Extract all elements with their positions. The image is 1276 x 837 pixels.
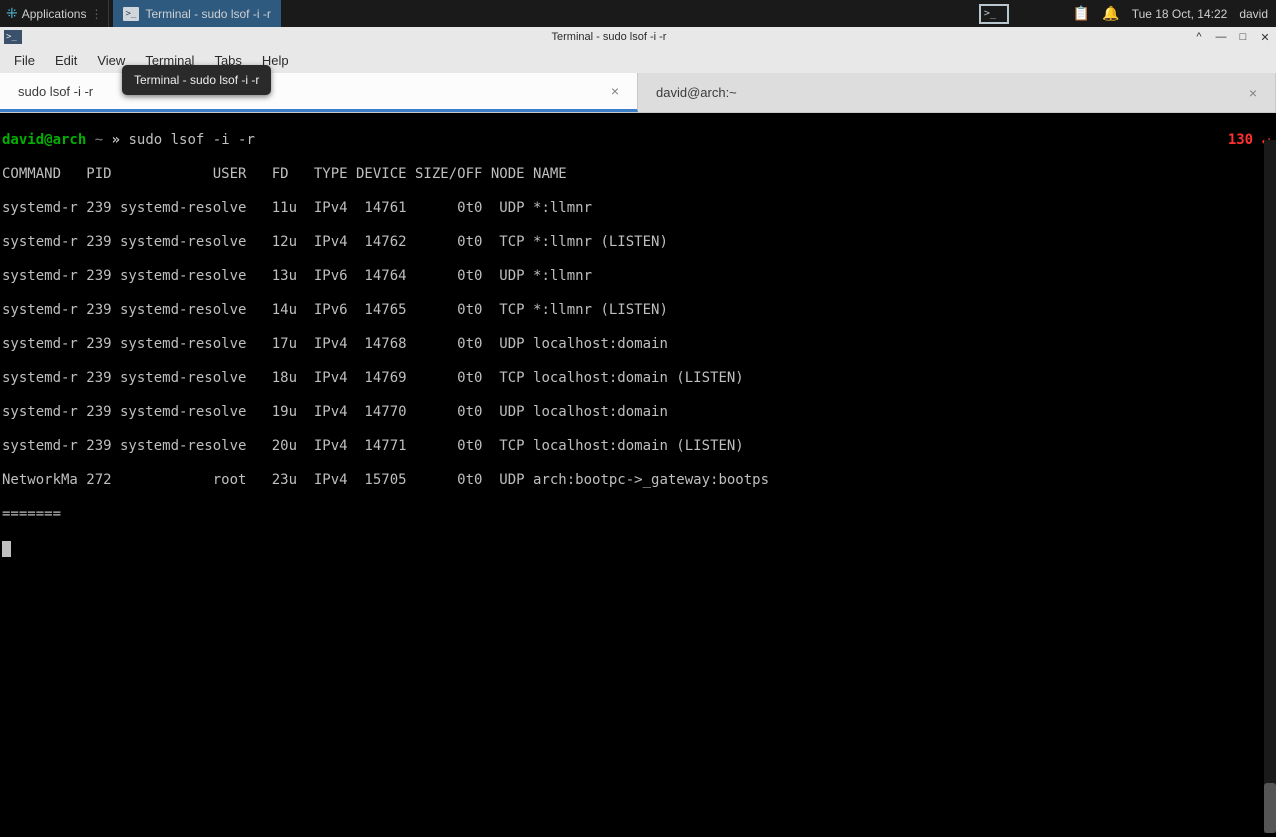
window-minimize-button[interactable]: — xyxy=(1214,31,1228,44)
taskbar-tooltip: Terminal - sudo lsof -i -r xyxy=(122,65,271,95)
output-row: systemd-r 239 systemd-resolve 18u IPv4 1… xyxy=(2,370,1274,387)
tab-close-button[interactable]: × xyxy=(611,83,619,99)
menu-separator-icon: ⋮ xyxy=(90,7,102,21)
taskbar-terminal-window[interactable]: >_ Terminal - sudo lsof -i -r xyxy=(113,0,280,27)
output-row: systemd-r 239 systemd-resolve 11u IPv4 1… xyxy=(2,200,1274,217)
system-tray: >_ 📋 🔔 Tue 18 Oct, 14:22 david xyxy=(971,0,1276,27)
prompt-user-host: david@arch xyxy=(2,132,86,148)
output-row: systemd-r 239 systemd-resolve 13u IPv6 1… xyxy=(2,268,1274,285)
window-maximize-button[interactable]: □ xyxy=(1236,31,1250,44)
output-row: systemd-r 239 systemd-resolve 20u IPv4 1… xyxy=(2,438,1274,455)
window-app-icon: >_ xyxy=(4,30,22,44)
prompt-path: ~ xyxy=(95,132,103,148)
menu-file[interactable]: File xyxy=(4,49,45,72)
tray-terminal-icon[interactable]: >_ xyxy=(979,4,1009,24)
output-separator: ======= xyxy=(2,506,1274,523)
output-row: systemd-r 239 systemd-resolve 17u IPv4 1… xyxy=(2,336,1274,353)
tab-label: david@arch:~ xyxy=(656,85,1249,100)
notifications-icon[interactable]: 🔔 xyxy=(1102,5,1119,22)
prompt-command: sudo lsof -i -r xyxy=(128,132,254,148)
xfce-logo-icon: ⁜ xyxy=(6,5,18,22)
terminal-icon: >_ xyxy=(123,7,139,21)
output-row: systemd-r 239 systemd-resolve 14u IPv6 1… xyxy=(2,302,1274,319)
window-shade-button[interactable]: ^ xyxy=(1192,31,1206,44)
prompt-symbol: » xyxy=(112,132,120,148)
terminal-cursor xyxy=(2,541,11,557)
taskbar-item-label: Terminal - sudo lsof -i -r xyxy=(145,7,270,21)
window-title: Terminal - sudo lsof -i -r xyxy=(26,31,1192,43)
applications-menu[interactable]: ⁜ Applications ⋮ xyxy=(0,0,109,27)
window-close-button[interactable]: ✕ xyxy=(1258,31,1272,44)
clock[interactable]: Tue 18 Oct, 14:22 xyxy=(1132,7,1228,21)
terminal-viewport[interactable]: david@arch ~ » sudo lsof -i -r130 ↵ COMM… xyxy=(0,113,1276,837)
panel-username[interactable]: david xyxy=(1239,7,1268,21)
clipboard-icon[interactable]: 📋 xyxy=(1073,5,1090,22)
window-controls: ^ — □ ✕ xyxy=(1192,31,1272,44)
output-header: COMMAND PID USER FD TYPE DEVICE SIZE/OFF… xyxy=(2,166,1274,183)
exit-status: 130 xyxy=(1228,132,1253,148)
tab-2[interactable]: david@arch:~ × xyxy=(638,73,1276,112)
menu-edit[interactable]: Edit xyxy=(45,49,87,72)
tab-1[interactable]: sudo lsof -i -r × xyxy=(0,73,638,112)
applications-label: Applications xyxy=(22,7,87,21)
terminal-window: >_ Terminal - sudo lsof -i -r ^ — □ ✕ Te… xyxy=(0,27,1276,837)
output-row: NetworkMa 272 root 23u IPv4 15705 0t0 UD… xyxy=(2,472,1274,489)
scrollbar-thumb[interactable] xyxy=(1264,783,1276,833)
window-titlebar[interactable]: >_ Terminal - sudo lsof -i -r ^ — □ ✕ xyxy=(0,27,1276,47)
output-row: systemd-r 239 systemd-resolve 19u IPv4 1… xyxy=(2,404,1274,421)
output-row: systemd-r 239 systemd-resolve 12u IPv4 1… xyxy=(2,234,1274,251)
desktop-top-panel: ⁜ Applications ⋮ >_ Terminal - sudo lsof… xyxy=(0,0,1276,27)
scrollbar-track[interactable] xyxy=(1264,140,1276,833)
tab-close-button[interactable]: × xyxy=(1249,85,1257,101)
tab-label: sudo lsof -i -r xyxy=(18,84,611,99)
